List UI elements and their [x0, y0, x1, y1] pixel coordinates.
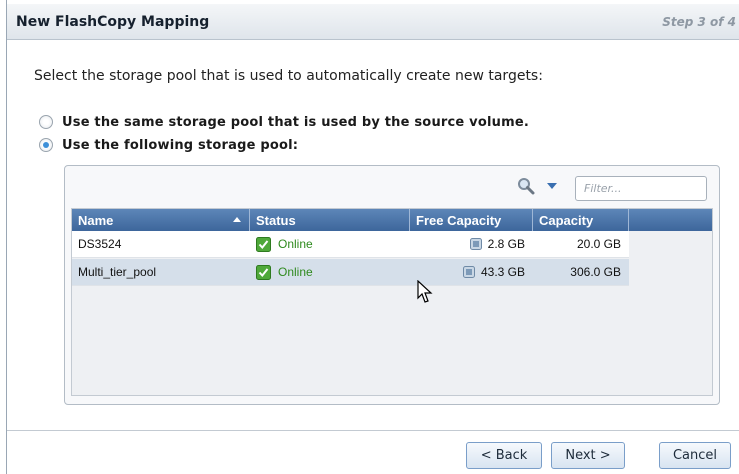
column-header-name[interactable]: Name	[72, 209, 250, 231]
instruction-text: Select the storage pool that is used to …	[34, 68, 543, 84]
column-status-label: Status	[256, 212, 296, 228]
free-capacity-text: 43.3 GB	[480, 265, 525, 279]
back-button[interactable]: < Back	[466, 442, 542, 469]
option-following-pool[interactable]: Use the following storage pool:	[39, 136, 298, 154]
cancel-button[interactable]: Cancel	[659, 442, 731, 469]
filter-input[interactable]	[575, 176, 707, 201]
pool-status: Online	[250, 259, 410, 286]
pool-status: Online	[250, 231, 410, 258]
table-row[interactable]: Multi_tier_pool Online 43.3 GB 306.0 GB	[72, 259, 629, 286]
table-toolbar	[65, 166, 719, 208]
storage-pool-icon	[469, 238, 482, 250]
table-row[interactable]: DS3524 Online 2.8 GB 20.0 GB	[72, 231, 629, 258]
column-header-status[interactable]: Status	[250, 209, 410, 231]
option-following-pool-label: Use the following storage pool:	[62, 137, 299, 153]
step-indicator: Step 3 of 4	[662, 15, 736, 29]
footer-divider	[7, 430, 739, 431]
pool-capacity: 306.0 GB	[570, 265, 621, 279]
pool-name: Multi_tier_pool	[78, 265, 157, 279]
next-button[interactable]: Next >	[551, 442, 625, 469]
column-header-free-capacity[interactable]: Free Capacity	[410, 209, 533, 231]
option-same-pool-label: Use the same storage pool that is used b…	[62, 114, 529, 130]
option-same-pool[interactable]: Use the same storage pool that is used b…	[39, 113, 529, 131]
storage-pool-table: Name Status Free Capacity Capacity DS352…	[71, 208, 713, 396]
radio-following-pool[interactable]	[39, 138, 53, 152]
column-name-label: Name	[78, 212, 114, 228]
table-header: Name Status Free Capacity Capacity	[72, 209, 712, 231]
storage-pool-panel: Name Status Free Capacity Capacity DS352…	[64, 165, 720, 405]
pool-capacity: 20.0 GB	[576, 237, 621, 251]
mouse-pointer-icon	[417, 280, 433, 303]
dialog-title: New FlashCopy Mapping	[16, 14, 210, 30]
radio-same-pool[interactable]	[39, 115, 53, 129]
chevron-down-icon[interactable]	[547, 183, 557, 189]
storage-pool-icon	[462, 266, 475, 278]
search-icon[interactable]	[517, 177, 535, 195]
dialog-window: New FlashCopy Mapping Step 3 of 4 Select…	[6, 0, 739, 474]
sort-ascending-icon	[233, 217, 241, 222]
pool-free-capacity: 2.8 GB	[410, 231, 533, 258]
online-check-icon	[256, 236, 271, 252]
pool-name: DS3524	[78, 237, 122, 251]
status-text: Online	[278, 237, 313, 251]
column-capacity-label: Capacity	[539, 212, 594, 228]
column-free-capacity-label: Free Capacity	[416, 212, 502, 228]
status-text: Online	[278, 265, 313, 279]
free-capacity-text: 2.8 GB	[487, 237, 525, 251]
online-check-icon	[256, 264, 271, 280]
column-header-capacity[interactable]: Capacity	[533, 209, 629, 231]
dialog-title-bar: New FlashCopy Mapping Step 3 of 4	[7, 4, 739, 40]
